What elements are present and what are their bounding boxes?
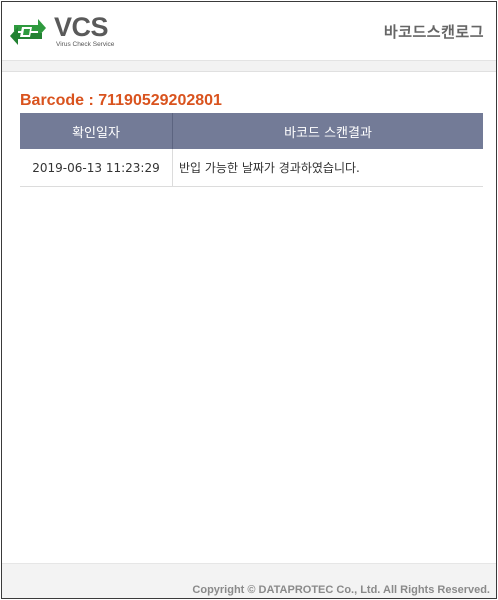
footer: Copyright © DATAPROTEC Co., Ltd. All Rig… bbox=[2, 563, 496, 598]
table-header-row: 확인일자 바코드 스캔결과 bbox=[20, 113, 483, 149]
vcs-logo-icon bbox=[10, 19, 46, 45]
logo-text: VCS bbox=[54, 12, 109, 42]
copyright-text: Copyright © DATAPROTEC Co., Ltd. All Rig… bbox=[192, 584, 490, 596]
column-header-date: 확인일자 bbox=[20, 113, 173, 149]
page-frame: VCS Virus Check Service 바코드스캔로그 Barcode … bbox=[1, 1, 497, 599]
cell-result: 반입 가능한 날짜가 경과하였습니다. bbox=[172, 149, 483, 187]
sub-bar bbox=[2, 61, 496, 72]
column-header-result: 바코드 스캔결과 bbox=[172, 113, 483, 149]
logo[interactable]: VCS Virus Check Service bbox=[8, 10, 120, 54]
cell-date: 2019-06-13 11:23:29 bbox=[20, 149, 173, 187]
logo-tagline: Virus Check Service bbox=[56, 41, 115, 48]
header: VCS Virus Check Service 바코드스캔로그 bbox=[2, 2, 496, 61]
barcode-label: Barcode : 71190529202801 bbox=[20, 92, 222, 109]
scan-log-table: 확인일자 바코드 스캔결과 2019-06-13 11:23:29 반입 가능한… bbox=[20, 113, 483, 187]
page-title: 바코드스캔로그 bbox=[383, 23, 484, 41]
table-row: 2019-06-13 11:23:29 반입 가능한 날짜가 경과하였습니다. bbox=[20, 149, 483, 187]
